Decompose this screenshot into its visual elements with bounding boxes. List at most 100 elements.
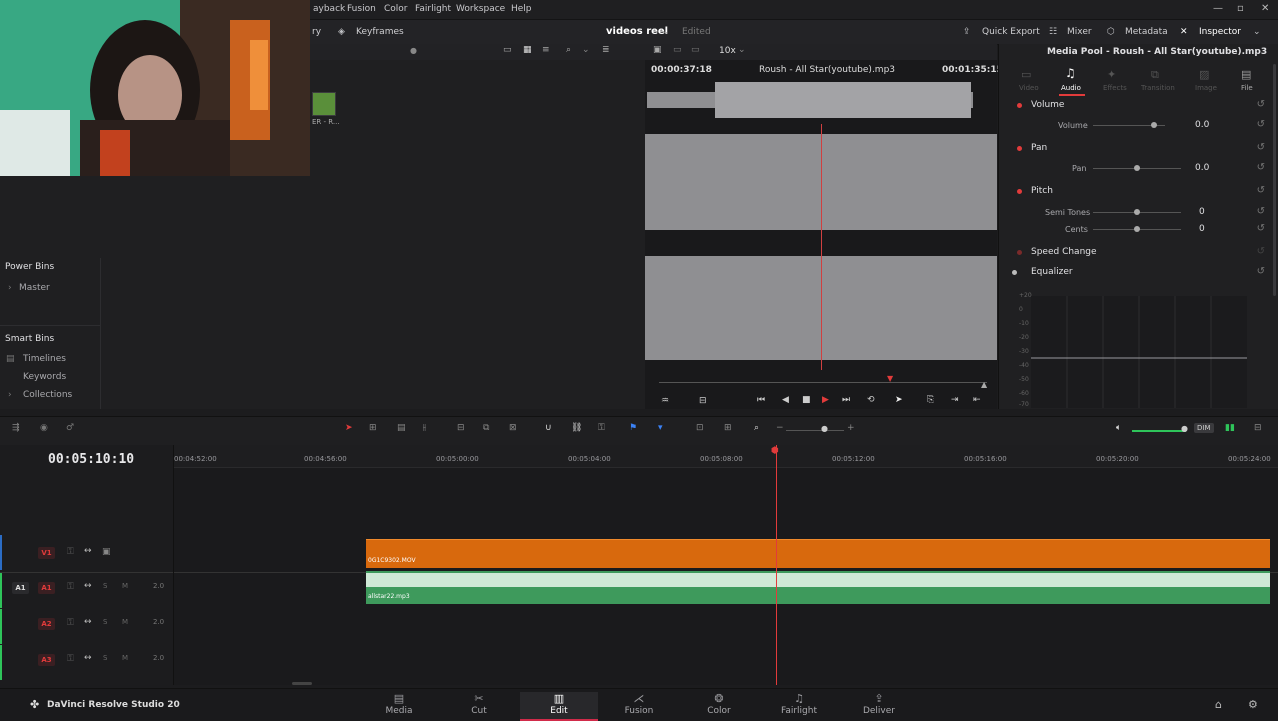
volume-level-knob[interactable]: ● — [1181, 424, 1188, 433]
selection-tool-icon[interactable]: ➤ — [345, 423, 353, 433]
play-reverse-icon[interactable]: ◀ — [782, 395, 789, 405]
chevron-down-icon[interactable]: ⌄ — [662, 27, 670, 37]
reset-icon[interactable]: ↺ — [1257, 162, 1265, 173]
viewer-layout-icon[interactable]: ▣ — [653, 45, 662, 55]
snapping-icon[interactable]: ∪ — [545, 423, 552, 433]
speed-change-enable-dot[interactable] — [1017, 250, 1022, 255]
toolbar-left-label[interactable]: ry — [312, 27, 321, 37]
media-thumbnail[interactable] — [312, 92, 336, 116]
tab-transition[interactable]: Transition — [1141, 84, 1175, 92]
auto-select-icon[interactable]: ↔ — [84, 546, 92, 556]
chevron-right-icon[interactable]: › — [8, 390, 12, 400]
lock-icon[interactable]: ⚿ — [598, 423, 605, 433]
audio-meter-icon[interactable]: ▮▮ — [1225, 423, 1235, 433]
timeline-view-icon[interactable]: ⇶ — [12, 423, 20, 433]
gear-icon[interactable]: ⚙ — [1248, 698, 1258, 711]
zoom-detail-icon[interactable]: ⊞ — [724, 423, 732, 433]
dynamic-trim-icon[interactable]: ▤ — [397, 423, 406, 433]
semitones-slider-knob[interactable] — [1134, 209, 1140, 215]
timeline-ruler[interactable]: 00:04:52:00 00:04:56:00 00:05:00:00 00:0… — [174, 445, 1278, 468]
inspector-button[interactable]: Inspector — [1199, 27, 1241, 37]
track-header-a2[interactable]: A2 ⚿ ↔ S M 2.0 — [0, 609, 175, 644]
source-patch-a1[interactable]: A1 — [12, 582, 29, 594]
reset-icon[interactable]: ↺ — [1257, 99, 1265, 110]
viewer-mode-icon[interactable]: ▭ — [673, 45, 682, 55]
zoom-select[interactable]: 10x — [719, 46, 736, 56]
reset-icon[interactable]: ↺ — [1257, 206, 1265, 217]
menu-color[interactable]: Color — [384, 4, 408, 14]
track-label-a3[interactable]: A3 — [38, 654, 55, 666]
play-icon[interactable]: ▶ — [822, 395, 829, 405]
pan-heading[interactable]: Pan — [1031, 143, 1047, 153]
mute-button[interactable]: M — [122, 618, 128, 626]
timeline-playhead[interactable] — [776, 445, 777, 685]
replace-clip-icon[interactable]: ⊠ — [509, 423, 517, 433]
tab-effects[interactable]: Effects — [1103, 84, 1127, 92]
blade-tool-icon[interactable]: ⫲ — [423, 423, 426, 433]
volume-value[interactable]: 0.0 — [1195, 120, 1209, 130]
reset-icon[interactable]: ↺ — [1257, 185, 1265, 196]
reset-icon[interactable]: ↺ — [1257, 142, 1265, 153]
zoom-custom-icon[interactable]: ⌕ — [754, 423, 759, 433]
lock-icon[interactable]: ⚿ — [67, 618, 74, 628]
page-fairlight[interactable]: ♫ Fairlight — [760, 692, 838, 721]
home-icon[interactable]: ⌂ — [1215, 698, 1222, 711]
volume-level-slider[interactable] — [1132, 430, 1186, 432]
solo-button[interactable]: S — [103, 654, 107, 662]
marker-icon[interactable]: ▾ — [658, 423, 663, 433]
reset-icon[interactable]: ↺ — [1257, 223, 1265, 234]
lock-icon[interactable]: ⚿ — [67, 654, 74, 664]
maximize-icon[interactable]: ▫ — [1237, 3, 1244, 14]
scrubber-end-icon[interactable]: ▲ — [981, 380, 987, 389]
track-header-a1[interactable]: A1 A1 ⚿ ↔ S M 2.0 — [0, 573, 175, 608]
bin-keywords[interactable]: Keywords — [23, 372, 66, 382]
page-color[interactable]: ❂ Color — [680, 692, 758, 721]
pitch-heading[interactable]: Pitch — [1031, 186, 1053, 196]
mute-button[interactable]: M — [122, 654, 128, 662]
volume-enable-dot[interactable] — [1017, 103, 1022, 108]
track-label-v1[interactable]: V1 — [38, 547, 55, 559]
tab-image[interactable]: Image — [1195, 84, 1217, 92]
stop-icon[interactable]: ■ — [802, 395, 811, 405]
page-cut[interactable]: ✂ Cut — [440, 692, 518, 721]
auto-select-icon[interactable]: ↔ — [84, 653, 92, 663]
slider-knob-icon[interactable]: ● — [410, 46, 417, 55]
match-frame-icon[interactable]: ⎘ — [927, 395, 934, 405]
timeline-display-icon[interactable]: ◉ — [40, 423, 48, 433]
viewer-scrubber[interactable] — [659, 382, 987, 383]
equalizer-enable-dot[interactable] — [1012, 270, 1017, 275]
audio-overview-waveform[interactable] — [645, 78, 997, 123]
page-deliver[interactable]: ⇪ Deliver — [840, 692, 918, 721]
page-edit[interactable]: ▥ Edit — [520, 692, 598, 721]
options-icon[interactable]: ≣ — [602, 45, 610, 55]
menu-fusion[interactable]: Fusion — [347, 4, 376, 14]
list-view-icon[interactable]: ▭ — [503, 45, 512, 55]
timeline-timecode[interactable]: 00:05:10:10 — [48, 452, 134, 467]
timeline-zoom-slider[interactable] — [786, 430, 844, 431]
track-label-a2[interactable]: A2 — [38, 618, 55, 630]
dim-button[interactable]: DIM — [1194, 423, 1214, 433]
source-viewer[interactable]: ▣ ▭ ▭ 10x ⌄ 00:00:37:18 Roush - All Star… — [645, 44, 1003, 409]
project-title[interactable]: videos reel — [606, 26, 668, 37]
semitones-value[interactable]: 0 — [1199, 207, 1205, 217]
tab-video[interactable]: Video — [1019, 84, 1039, 92]
skip-to-end-icon[interactable]: ⏭ — [842, 395, 850, 405]
pan-enable-dot[interactable] — [1017, 146, 1022, 151]
mark-out-icon[interactable]: ⇤ — [973, 395, 981, 405]
chevron-down-icon[interactable]: ⌄ — [582, 45, 590, 55]
cents-value[interactable]: 0 — [1199, 224, 1205, 234]
cents-slider-knob[interactable] — [1134, 226, 1140, 232]
bin-timelines[interactable]: Timelines — [23, 354, 66, 364]
grid-view-icon[interactable]: ▦ — [523, 45, 532, 55]
reset-icon[interactable]: ↺ — [1257, 266, 1265, 277]
video-clip[interactable]: 0G1C9302.MOV — [366, 539, 1270, 568]
expand-icon[interactable]: ⌄ — [1253, 27, 1261, 37]
mute-button[interactable]: M — [122, 582, 128, 590]
menu-fairlight[interactable]: Fairlight — [415, 4, 451, 14]
menu-help[interactable]: Help — [511, 4, 532, 14]
menu-workspace[interactable]: Workspace — [456, 4, 505, 14]
track-header-a3[interactable]: A3 ⚿ ↔ S M 2.0 — [0, 645, 175, 680]
speed-change-heading[interactable]: Speed Change — [1031, 247, 1097, 257]
close-icon[interactable]: ✕ — [1261, 3, 1269, 14]
source-timecode[interactable]: 00:00:37:18 — [651, 65, 712, 75]
